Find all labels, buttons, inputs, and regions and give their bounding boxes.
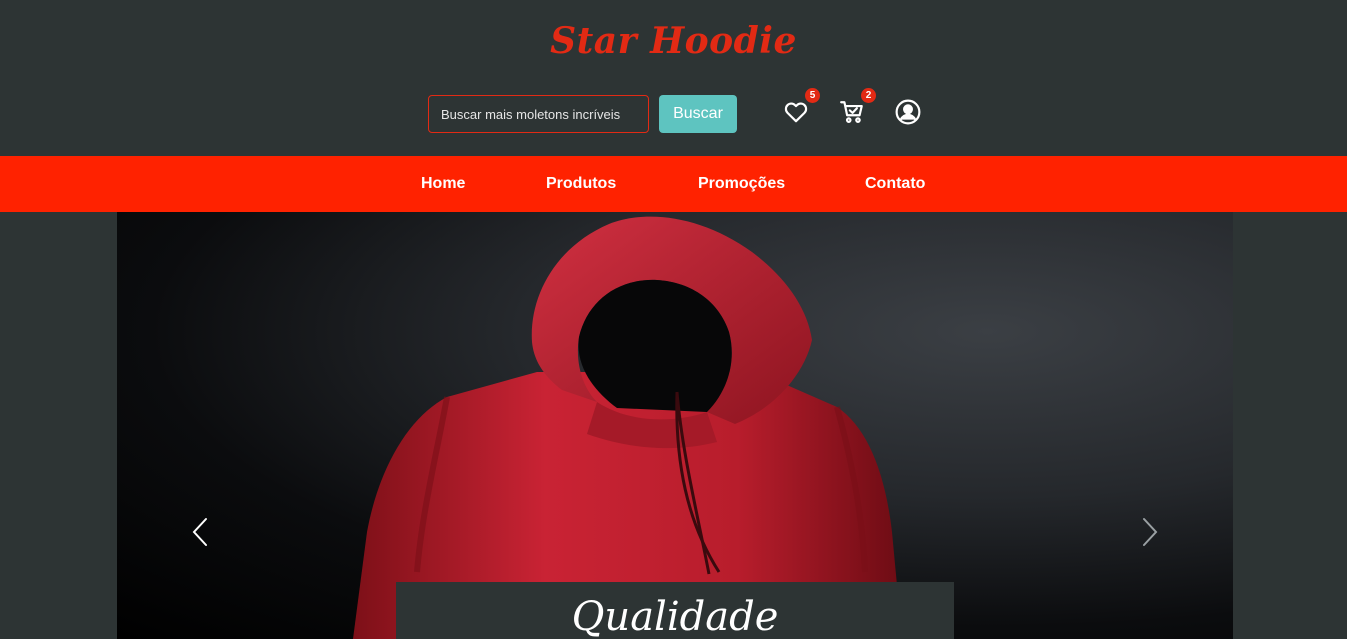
chevron-left-icon bbox=[188, 515, 212, 549]
nav-item-produtos[interactable]: Produtos bbox=[546, 175, 616, 193]
hero-caption: Qualidade bbox=[396, 582, 954, 639]
user-icon bbox=[895, 99, 923, 125]
cart-icon bbox=[839, 99, 867, 125]
heart-icon bbox=[783, 99, 811, 125]
brand-logo[interactable]: Star Hoodie bbox=[0, 20, 1347, 62]
chevron-right-icon bbox=[1138, 515, 1162, 549]
hero-caption-text: Qualidade bbox=[571, 594, 779, 639]
nav-item-promocoes[interactable]: Promoções bbox=[698, 175, 785, 193]
cart-count-badge: 2 bbox=[861, 88, 876, 103]
wishlist-button[interactable]: 5 bbox=[783, 88, 820, 127]
cart-button[interactable]: 2 bbox=[839, 88, 876, 127]
search-input[interactable] bbox=[428, 95, 649, 133]
nav-item-contato[interactable]: Contato bbox=[865, 175, 925, 193]
nav-item-home[interactable]: Home bbox=[421, 175, 465, 193]
hero-carousel: Qualidade bbox=[117, 212, 1233, 639]
search-button[interactable]: Buscar bbox=[659, 95, 737, 133]
site-header: Star Hoodie Buscar 5 2 bbox=[0, 0, 1347, 156]
wishlist-count-badge: 5 bbox=[805, 88, 820, 103]
carousel-prev-button[interactable] bbox=[188, 515, 212, 549]
hoodie-image bbox=[353, 216, 902, 639]
carousel-next-button[interactable] bbox=[1138, 515, 1162, 549]
main-nav: Home Produtos Promoções Contato bbox=[0, 156, 1347, 212]
account-button[interactable] bbox=[895, 99, 923, 127]
